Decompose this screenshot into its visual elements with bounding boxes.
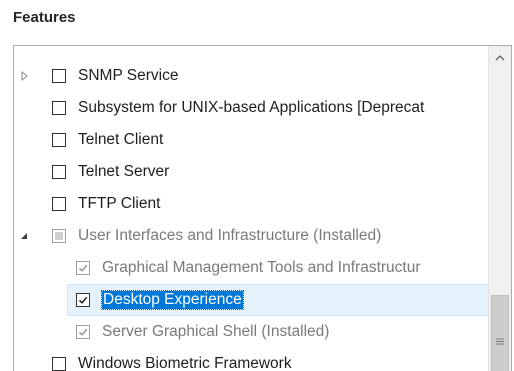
feature-row[interactable]: Graphical Management Tools and Infrastru…: [14, 252, 489, 284]
feature-checkbox[interactable]: [52, 101, 66, 115]
feature-label: Windows Biometric Framework: [78, 355, 292, 371]
feature-checkbox[interactable]: [76, 293, 90, 307]
feature-checkbox[interactable]: [52, 229, 66, 243]
feature-row[interactable]: SNMP Service: [14, 60, 489, 92]
feature-label: Subsystem for UNIX-based Applications [D…: [78, 99, 425, 116]
feature-label: TFTP Client: [78, 195, 161, 212]
feature-row[interactable]: User Interfaces and Infrastructure (Inst…: [14, 220, 489, 252]
feature-checkbox[interactable]: [52, 133, 66, 147]
expanded-triangle-icon[interactable]: [18, 229, 30, 243]
feature-row[interactable]: Windows Biometric Framework: [14, 348, 489, 371]
feature-row[interactable]: Desktop Experience: [14, 284, 489, 316]
feature-checkbox[interactable]: [52, 165, 66, 179]
scrollbar-thumb[interactable]: [491, 295, 509, 371]
feature-row[interactable]: Telnet Client: [14, 124, 489, 156]
scrollbar-grip-icon: [496, 332, 504, 350]
features-tree[interactable]: SNMP Service Subsystem for UNIX-based App…: [13, 45, 512, 371]
feature-checkbox[interactable]: [76, 325, 90, 339]
feature-checkbox[interactable]: [52, 197, 66, 211]
features-list: SNMP Service Subsystem for UNIX-based App…: [14, 46, 489, 371]
features-heading: Features: [13, 9, 76, 26]
feature-checkbox[interactable]: [76, 261, 90, 275]
scroll-up-button[interactable]: [489, 46, 511, 68]
feature-label: User Interfaces and Infrastructure (Inst…: [78, 227, 382, 244]
feature-label: Telnet Client: [78, 131, 164, 148]
chevron-up-icon: [495, 48, 505, 66]
feature-row[interactable]: Subsystem for UNIX-based Applications [D…: [14, 92, 489, 124]
feature-row[interactable]: Telnet Server: [14, 156, 489, 188]
collapsed-triangle-icon[interactable]: [18, 69, 30, 83]
feature-label: Graphical Management Tools and Infrastru…: [102, 259, 421, 276]
feature-row[interactable]: TFTP Client: [14, 188, 489, 220]
feature-label: SNMP Service: [78, 67, 179, 84]
feature-label: Desktop Experience: [101, 290, 244, 310]
vertical-scrollbar[interactable]: [488, 46, 511, 371]
feature-row[interactable]: Server Graphical Shell (Installed): [14, 316, 489, 348]
feature-label: Telnet Server: [78, 163, 170, 180]
feature-label: Server Graphical Shell (Installed): [102, 323, 330, 340]
feature-checkbox[interactable]: [52, 357, 66, 371]
feature-checkbox[interactable]: [52, 69, 66, 83]
